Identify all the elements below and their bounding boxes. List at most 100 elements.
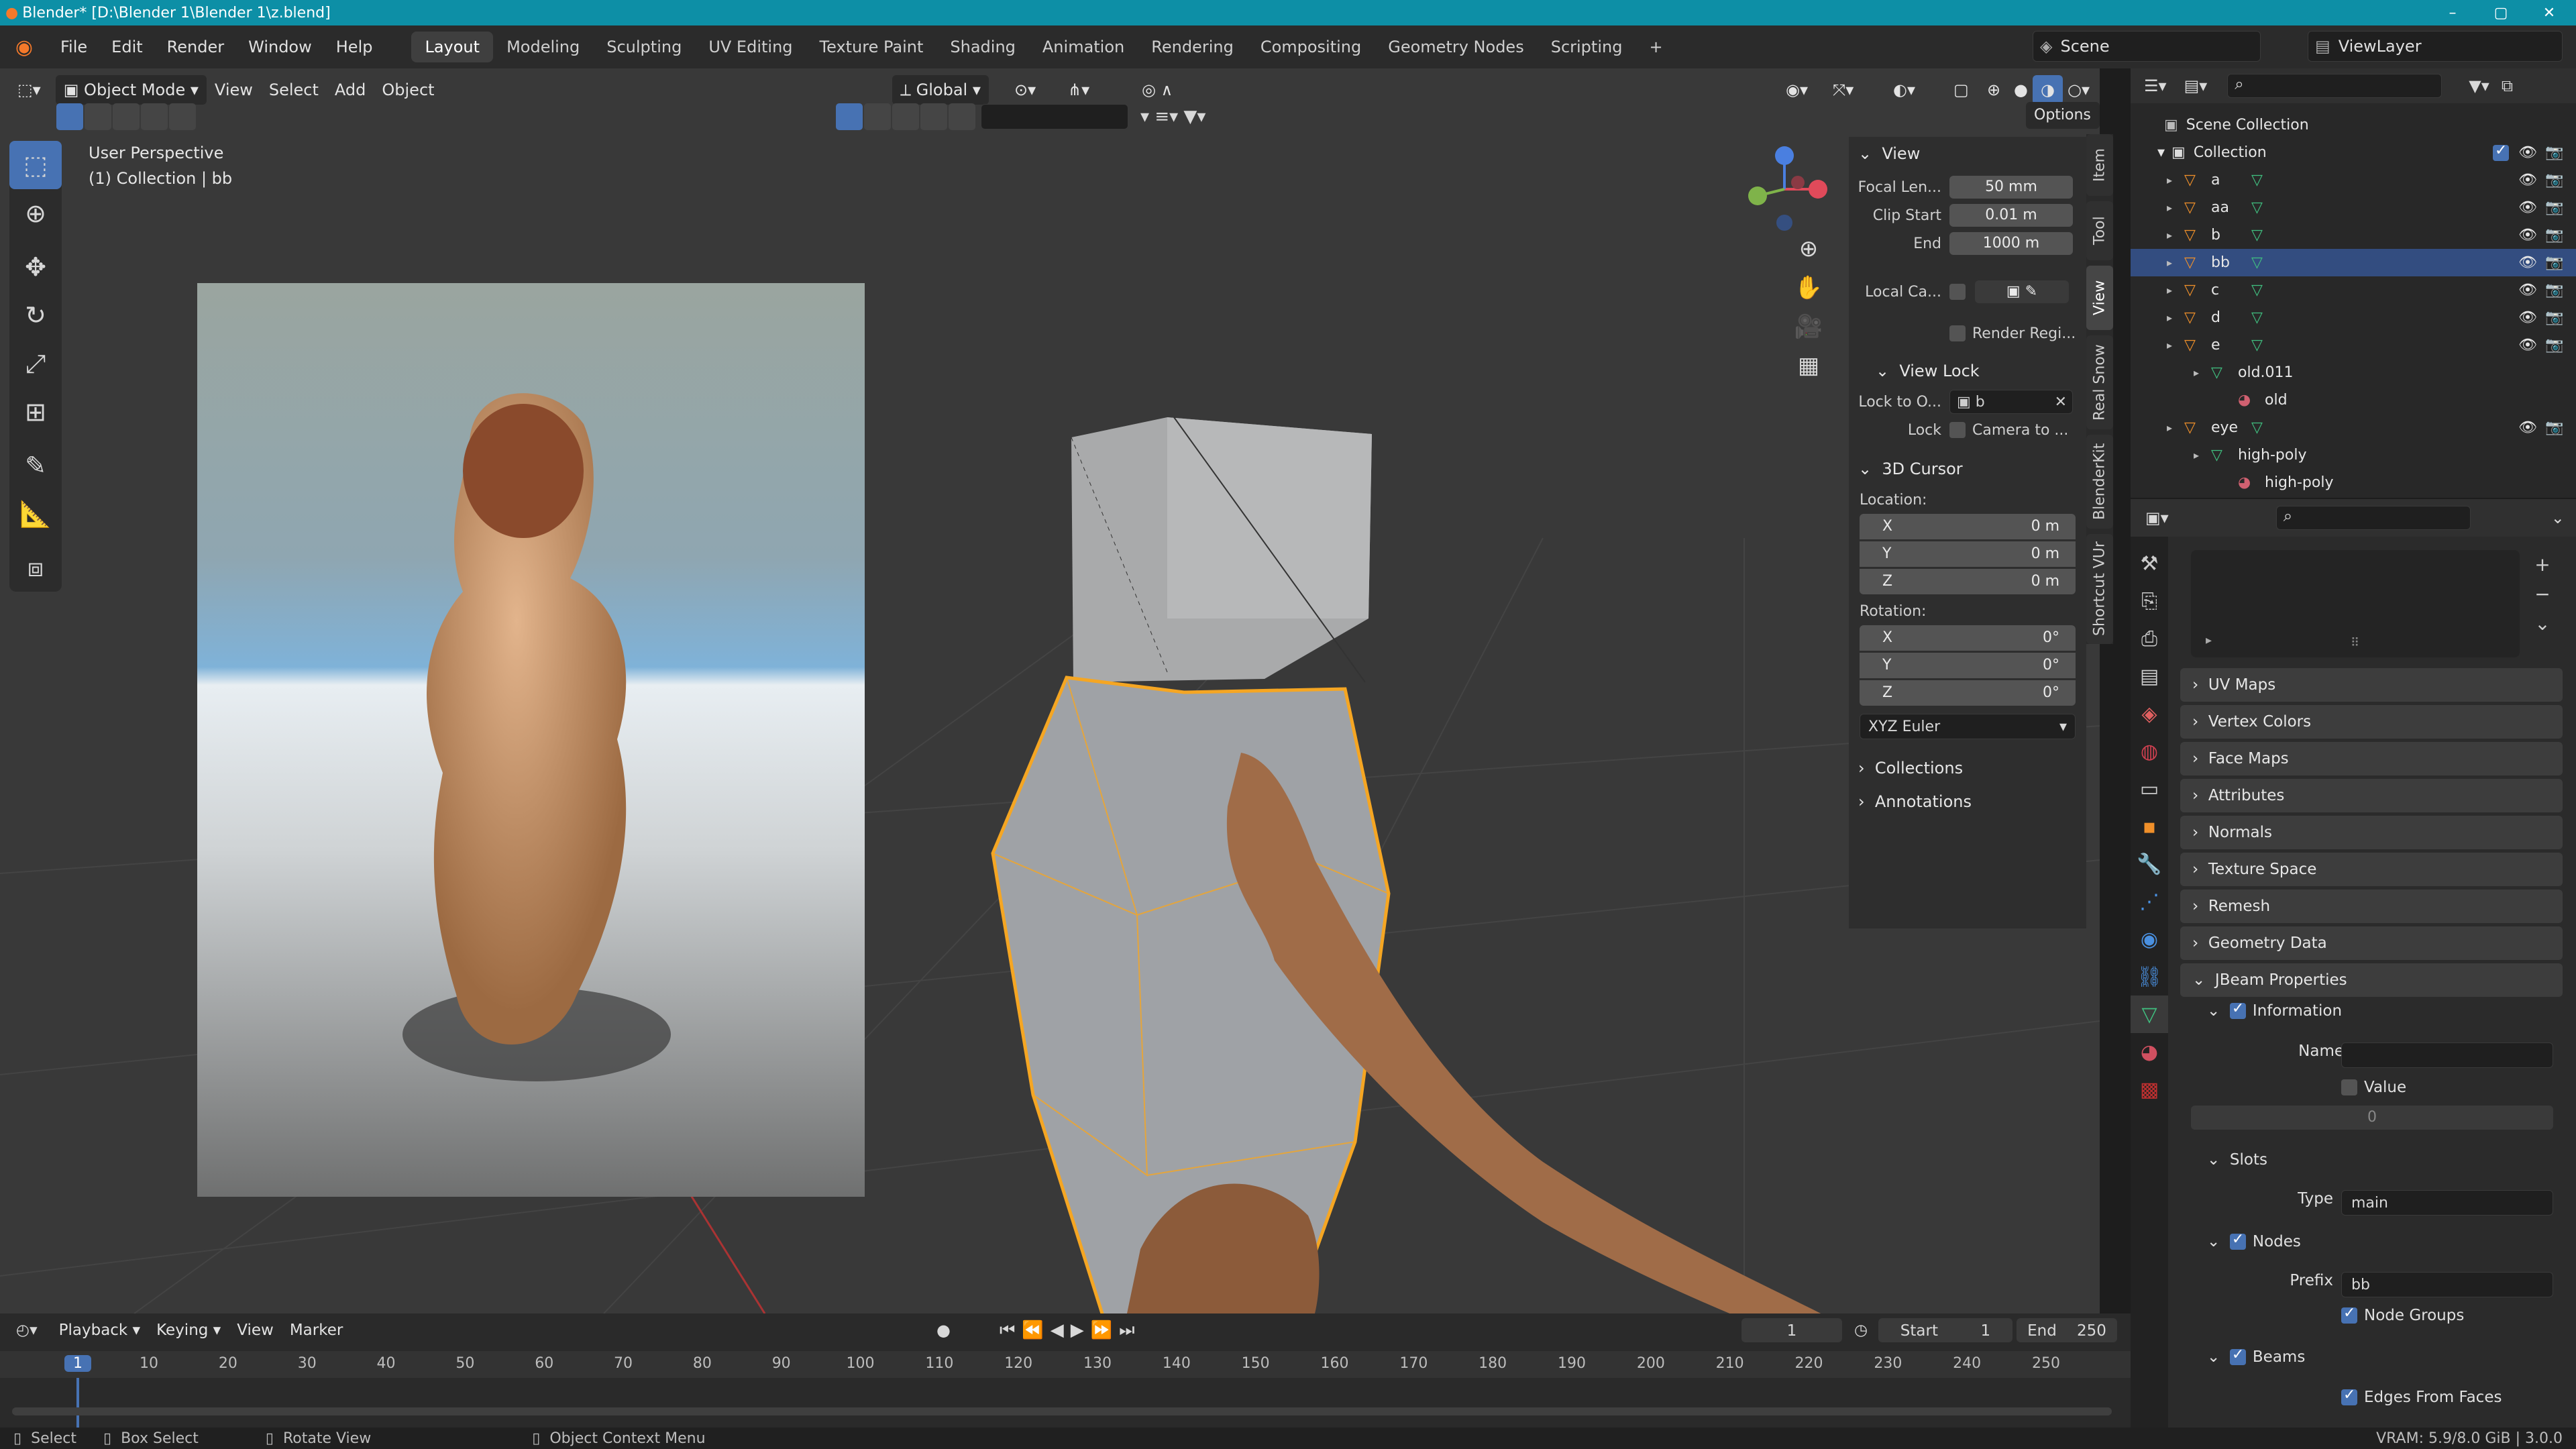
pan-hand-icon[interactable]: ✋ [1788, 268, 1829, 307]
filter-world-icon[interactable] [920, 103, 947, 130]
outliner-row[interactable]: ▸ ▽ a ▽ 👁 📷 [2131, 166, 2576, 194]
outliner-row[interactable]: ◕ old [2131, 386, 2576, 414]
zoom-icon[interactable]: ⊕ [1788, 229, 1829, 268]
keying-menu[interactable]: Keying ▾ [148, 1316, 229, 1345]
shading-wireframe-icon[interactable]: ⊕ [1979, 75, 2008, 105]
jbeam-properties-header[interactable]: ⌄ JBeam Properties [2180, 963, 2563, 997]
eye-icon[interactable]: 👁 [2518, 172, 2537, 189]
eye-icon[interactable]: 👁 [2518, 144, 2537, 161]
view-lock-header[interactable]: ⌄ View Lock [1849, 354, 2086, 388]
physics-tab-icon[interactable]: ◉ [2131, 920, 2168, 958]
select-extend-icon[interactable] [85, 103, 111, 130]
slots-subpanel[interactable]: ⌄ Slots [2207, 1151, 2267, 1169]
value-number-field[interactable]: 0 [2191, 1106, 2553, 1130]
constraints-tab-icon[interactable]: ⛓ [2131, 958, 2168, 996]
select-new-icon[interactable] [56, 103, 83, 130]
lock-object-field[interactable]: ▣ b ✕ [1949, 390, 2073, 414]
value-checkbox[interactable] [2341, 1079, 2357, 1095]
clip-end-field[interactable]: 1000 m [1949, 232, 2073, 255]
type-input[interactable]: main [2341, 1190, 2553, 1216]
scale-tool-icon[interactable]: ⤢ [9, 339, 62, 388]
texture-tab-icon[interactable]: ▩ [2131, 1071, 2168, 1108]
tab-texture-paint[interactable]: Texture Paint [806, 32, 937, 62]
filter-mesh-icon[interactable] [836, 103, 863, 130]
annotations-panel-header[interactable]: › Annotations [1849, 785, 2086, 818]
menu-help[interactable]: Help [324, 32, 385, 62]
camera-view-icon[interactable]: 🎥 [1788, 307, 1829, 346]
xray-icon[interactable]: ▢ [1945, 75, 1977, 105]
chevron-down-icon[interactable]: ⌄ [2551, 508, 2565, 527]
menu-object[interactable]: Object [374, 75, 442, 105]
tab-item[interactable]: Item [2086, 134, 2113, 196]
tool-tab-icon[interactable]: ⚒ [2131, 545, 2168, 582]
beams-checkbox[interactable] [2229, 1346, 2246, 1365]
filter-scene-icon[interactable] [949, 103, 975, 130]
outliner-row[interactable]: ▸ ▽ b ▽ 👁 📷 [2131, 221, 2576, 249]
panel-header[interactable]: › Attributes [2180, 779, 2563, 812]
tab-layout[interactable]: Layout [411, 32, 494, 62]
menu-add[interactable]: Add [327, 75, 374, 105]
outliner-editor-icon[interactable]: ☰▾ [2144, 76, 2167, 95]
shading-rendered-icon[interactable]: ○▾ [2059, 75, 2098, 105]
transform-tool-icon[interactable]: ⊞ [9, 388, 62, 436]
blender-menu-icon[interactable]: ◉ [0, 36, 48, 59]
ortho-grid-icon[interactable]: ▦ [1788, 346, 1829, 385]
tab-animation[interactable]: Animation [1029, 32, 1138, 62]
tab-real-snow[interactable]: Real Snow [2086, 335, 2113, 429]
3d-cursor-header[interactable]: ⌄ 3D Cursor [1849, 452, 2086, 486]
expand-arrow-icon[interactable]: ▸ [2194, 366, 2199, 379]
node-groups-checkbox[interactable] [2341, 1305, 2357, 1324]
eye-icon[interactable]: 👁 [2518, 337, 2537, 354]
timeline-scrollbar[interactable] [12, 1407, 2112, 1415]
expand-arrow-icon[interactable]: ▸ [2167, 229, 2172, 241]
rotate-tool-icon[interactable]: ↻ [9, 291, 62, 339]
gizmo-icon[interactable]: ⤧▾ [1825, 75, 1862, 105]
tab-blenderkit[interactable]: BlenderKit [2086, 435, 2113, 529]
panel-header[interactable]: › Remesh [2180, 890, 2563, 923]
outliner-row[interactable]: ▸ ▽ d ▽ 👁 📷 [2131, 304, 2576, 331]
visibility-icon[interactable]: ◉▾ [1778, 75, 1816, 105]
move-tool-icon[interactable]: ✥ [9, 243, 62, 291]
uv-list-box[interactable]: ▸ ⠿ [2191, 550, 2520, 657]
start-frame-field[interactable]: Start 1 [1878, 1318, 2012, 1342]
cursor-location-y[interactable]: Y 0 m [1860, 541, 2076, 567]
expand-arrow-icon[interactable]: ▸ [2167, 256, 2172, 269]
navigation-gizmo[interactable] [1737, 142, 1831, 236]
select-box-tool-icon[interactable]: ⬚ [9, 141, 62, 189]
rotation-mode-dropdown[interactable]: XYZ Euler ▾ [1860, 714, 2076, 739]
outliner-row[interactable]: ▸ ▽ eye ▽ 👁 📷 [2131, 414, 2576, 441]
menu-view[interactable]: View [207, 75, 261, 105]
scene-tab-icon[interactable]: ◈ [2131, 695, 2168, 733]
properties-search-input[interactable]: ⌕ [2275, 506, 2471, 530]
timeline-view-menu[interactable]: View [229, 1316, 282, 1345]
playback-controls[interactable]: ⏮⏪◀▶⏩⏭ [1000, 1320, 1142, 1341]
focal-length-field[interactable]: 50 mm [1949, 176, 2073, 199]
camera-icon[interactable]: 📷 [2545, 172, 2563, 189]
scene-selector[interactable]: ◈ Scene [2033, 31, 2261, 62]
menu-edit[interactable]: Edit [99, 32, 154, 62]
eye-icon[interactable]: 👁 [2518, 282, 2537, 299]
playback-menu[interactable]: Playback ▾ [51, 1316, 148, 1345]
prefix-input[interactable]: bb [2341, 1272, 2553, 1297]
tab-shading[interactable]: Shading [936, 32, 1029, 62]
new-collection-icon[interactable]: ⧉ [2502, 76, 2513, 95]
end-frame-field[interactable]: End 250 [2017, 1318, 2117, 1342]
outliner-row[interactable]: ◕ high-poly [2131, 469, 2576, 496]
add-cube-tool-icon[interactable]: ⧈ [9, 543, 62, 592]
cursor-location-x[interactable]: X 0 m [1860, 514, 2076, 539]
object-tab-icon[interactable]: ▪ [2131, 808, 2168, 845]
output-tab-icon[interactable]: ⎙ [2131, 620, 2168, 657]
tab-shortcut-vur[interactable]: Shortcut VUr [2086, 534, 2113, 644]
expand-arrow-icon[interactable]: ▸ [2206, 633, 2212, 647]
menu-select[interactable]: Select [261, 75, 327, 105]
pivot-icon[interactable]: ⊙▾ [1006, 75, 1044, 105]
expand-arrow-icon[interactable]: ▾ [2157, 144, 2165, 161]
camera-icon[interactable]: 📷 [2545, 227, 2563, 244]
collections-panel-header[interactable]: › Collections [1849, 751, 2086, 785]
tab-compositing[interactable]: Compositing [1247, 32, 1375, 62]
proportional-edit-icon[interactable]: ◎ ∧ [1134, 75, 1181, 105]
eye-icon[interactable]: 👁 [2518, 309, 2537, 326]
close-button[interactable]: ✕ [2525, 0, 2573, 25]
outliner-search-input[interactable]: ⌕ [2227, 74, 2443, 98]
data-tab-icon[interactable]: ▽ [2131, 996, 2168, 1033]
